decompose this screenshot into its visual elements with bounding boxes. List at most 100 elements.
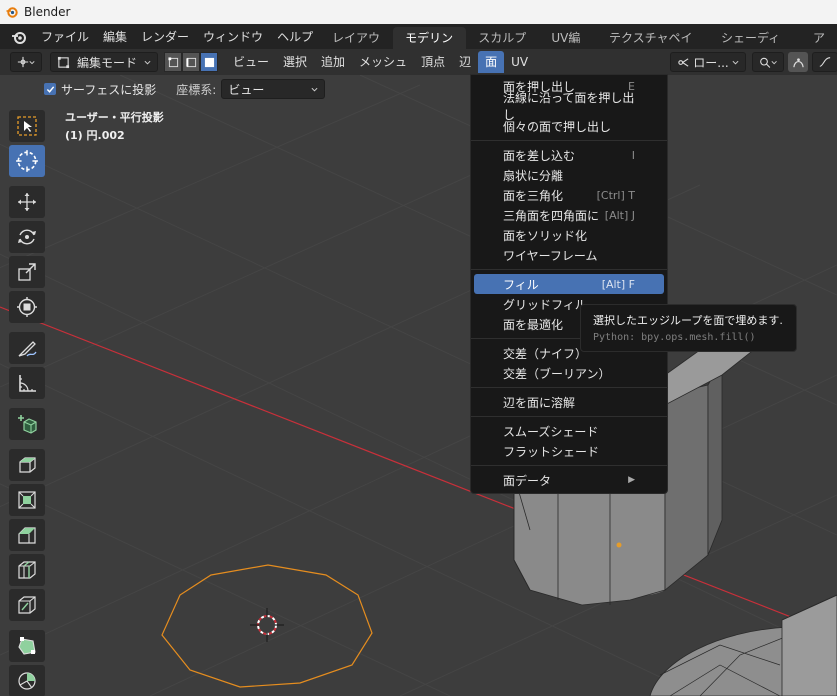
face-select-icon [204,57,214,67]
chevron-down-icon [29,60,35,64]
coordinate-system-dropdown[interactable]: ビュー [221,79,326,99]
mode-dropdown[interactable]: 編集モード [50,52,158,72]
pivot-point-dropdown[interactable]: ロー... [670,52,746,72]
tab-uv-editing[interactable]: UV編集 [539,27,597,67]
pivot-icon [678,57,689,67]
chevron-down-icon [732,60,739,65]
tool-transform[interactable] [9,291,45,323]
window-titlebar: Blender [0,0,837,24]
tab-shading[interactable]: シェーディング [709,27,801,67]
menu-item-tris-to-quads[interactable]: 三角面を四角面に [Alt] J [474,205,664,225]
menu-render[interactable]: レンダー [134,26,196,48]
snap-dropdown[interactable] [752,52,784,72]
selected-circle-mesh [161,564,373,688]
tool-loop-cut[interactable] [9,554,45,586]
mode-label: 編集モード [76,55,137,70]
header-menu-view[interactable]: ビュー [226,51,276,73]
bevel-icon [18,527,36,544]
blender-logo-icon [6,7,18,18]
tab-animation-truncated[interactable]: ア [801,27,837,49]
menu-item-extrude-individual-faces[interactable]: 個々の面で押し出し [474,116,664,136]
tool-add-cube[interactable] [9,408,45,440]
header-menu-face[interactable]: 面 [478,51,505,73]
viewport-header: 編集モード ビュー 選択 追加 メッシュ 頂点 辺 面 UV ロー... [0,49,837,75]
menu-item-solidify-faces[interactable]: 面をソリッド化 [474,225,664,245]
knife-icon [18,596,36,614]
menu-item-wireframe[interactable]: ワイヤーフレーム [474,245,664,265]
tool-spin[interactable] [9,665,45,696]
vertex-select-icon [167,56,178,67]
menu-item-poke-faces[interactable]: 扇状に分離 [474,165,664,185]
extrude-icon [19,457,36,473]
menu-item-face-data[interactable]: 面データ ▶ [474,470,664,490]
poly-build-icon [18,637,36,655]
tab-modeling[interactable]: モデリング [393,27,467,67]
menu-item-shade-flat[interactable]: フラットシェード [474,441,664,461]
tab-texture-paint[interactable]: テクスチャペイント [597,27,709,67]
menu-item-weld-edges-into-faces[interactable]: 辺を面に溶解 [474,392,664,412]
snap-icon [760,57,771,68]
header-menu-add[interactable]: 追加 [314,51,352,73]
face-select-button[interactable] [200,52,218,72]
object-origin-dot [616,542,622,548]
tab-layout[interactable]: レイアウト [320,27,393,67]
tool-scale[interactable] [9,256,45,288]
menu-item-triangulate-faces[interactable]: 面を三角化 [Ctrl] T [474,185,664,205]
measure-ruler-icon [19,375,36,392]
menu-item-inset-faces[interactable]: 面を差し込む I [474,145,664,165]
menu-window[interactable]: ウィンドウ [196,26,270,48]
surface-project-label: サーフェスに投影 [61,82,157,97]
menu-item-extrude-faces-along-normals[interactable]: 法線に沿って面を押し出し [474,91,664,122]
select-mode-group [164,52,218,72]
proportional-falloff-dropdown[interactable] [812,52,837,72]
coordinate-system-label: 座標系: [176,82,217,97]
surface-project-checkbox[interactable] [44,83,56,95]
tooltip-python: Python: bpy.ops.mesh.fill() [593,332,756,343]
edge-select-button[interactable] [182,52,200,72]
tool-inset-faces[interactable] [9,484,45,516]
scale-icon [18,263,36,281]
move-arrows-icon [18,193,36,211]
tool-annotate[interactable] [9,332,45,364]
rotate-icon [18,229,36,245]
header-menu-uv[interactable]: UV [504,51,535,73]
edit-mode-icon [57,56,70,68]
editor-type-dropdown[interactable] [10,52,42,72]
3d-viewport[interactable]: サーフェスに投影 座標系: ビュー ユーザー・平行投影 (1) 円.002 [0,75,837,696]
chevron-down-icon [144,60,151,65]
header-menu-mesh[interactable]: メッシュ [352,51,414,73]
tool-poly-build[interactable] [9,630,45,662]
menu-item-intersect-boolean[interactable]: 交差（ブーリアン） [474,363,664,383]
select-box-icon [17,116,37,136]
header-menu-select[interactable]: 選択 [276,51,314,73]
header-menu-vertex[interactable]: 頂点 [414,51,452,73]
tool-extrude-region[interactable] [9,449,45,481]
menu-item-fill[interactable]: フィル [Alt] F [474,274,664,294]
tool-rotate[interactable] [9,221,45,253]
view-projection-label: ユーザー・平行投影 [65,111,164,124]
tool-knife[interactable] [9,589,45,621]
menu-edit[interactable]: 編集 [96,26,134,48]
menu-help[interactable]: ヘルプ [270,26,320,48]
tool-move[interactable] [9,186,45,218]
3d-cursor [250,608,284,642]
tab-sculpt[interactable]: スカルプト [466,27,539,67]
tooltip-description: 選択したエッジループを面で埋めます. [593,314,783,327]
menu-item-shade-smooth[interactable]: スムーズシェード [474,421,664,441]
proportional-editing-button[interactable] [788,52,808,72]
left-toolbar [9,110,47,696]
tool-bevel[interactable] [9,519,45,551]
face-menu-dropdown: 面を押し出し E 法線に沿って面を押し出し 個々の面で押し出し 面を差し込む I 扇… [470,74,668,494]
inset-icon [18,491,36,509]
header-menu-edge[interactable]: 辺 [452,51,478,73]
chevron-down-icon [311,87,318,92]
tool-select-box[interactable] [9,110,45,142]
cube-mesh [781,594,837,696]
tool-cursor[interactable] [9,145,45,177]
pivot-label: ロー... [693,55,729,70]
vertex-select-button[interactable] [164,52,182,72]
menu-file[interactable]: ファイル [34,26,96,48]
blender-menu-icon[interactable] [8,26,30,48]
transform-gizmo-icon [17,56,29,68]
tool-measure[interactable] [9,367,45,399]
